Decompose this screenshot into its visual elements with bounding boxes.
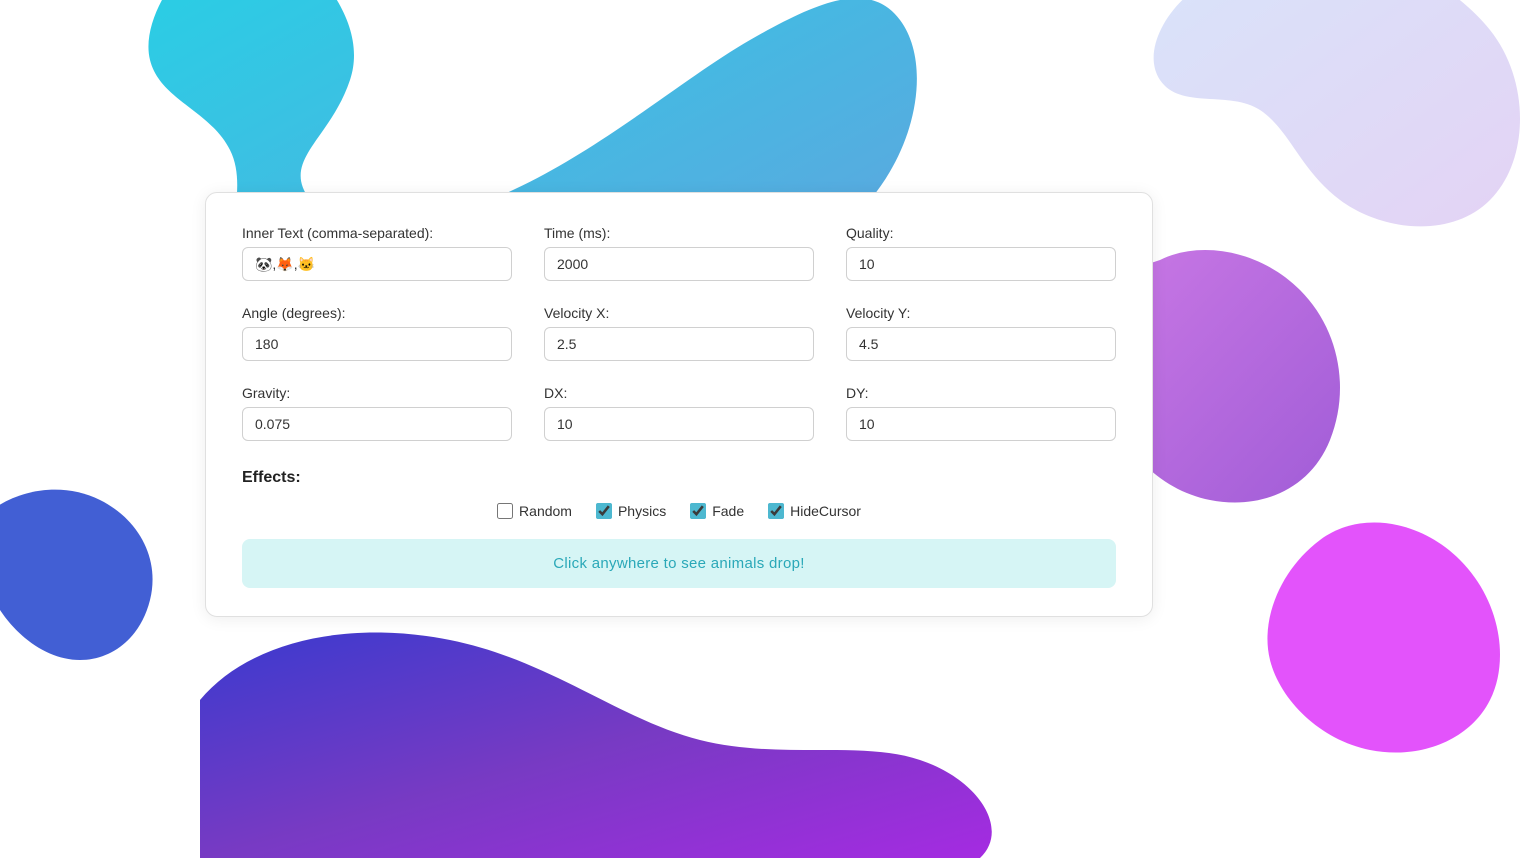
gravity-input[interactable] (242, 407, 512, 441)
time-ms-label: Time (ms): (544, 225, 814, 241)
gravity-label: Gravity: (242, 385, 512, 401)
velocity-y-label: Velocity Y: (846, 305, 1116, 321)
velocity-x-input[interactable] (544, 327, 814, 361)
dy-input[interactable] (846, 407, 1116, 441)
quality-group: Quality: (846, 225, 1116, 281)
effect-hidecursor[interactable]: HideCursor (768, 503, 861, 519)
dx-input[interactable] (544, 407, 814, 441)
effects-section: Effects: Random Physics Fade HideCursor (242, 469, 1116, 519)
effect-physics-label: Physics (618, 503, 666, 519)
angle-label: Angle (degrees): (242, 305, 512, 321)
dy-group: DY: (846, 385, 1116, 441)
angle-input[interactable] (242, 327, 512, 361)
cta-button[interactable]: Click anywhere to see animals drop! (242, 539, 1116, 588)
quality-input[interactable] (846, 247, 1116, 281)
effect-random-label: Random (519, 503, 572, 519)
velocity-x-group: Velocity X: (544, 305, 814, 361)
settings-card: Inner Text (comma-separated): Time (ms):… (205, 192, 1153, 617)
effects-title: Effects: (242, 469, 1116, 487)
velocity-y-input[interactable] (846, 327, 1116, 361)
time-ms-input[interactable] (544, 247, 814, 281)
effect-fade-checkbox[interactable] (690, 503, 706, 519)
effect-physics[interactable]: Physics (596, 503, 666, 519)
time-ms-group: Time (ms): (544, 225, 814, 281)
angle-group: Angle (degrees): (242, 305, 512, 361)
effect-random-checkbox[interactable] (497, 503, 513, 519)
gravity-group: Gravity: (242, 385, 512, 441)
dy-label: DY: (846, 385, 1116, 401)
inner-text-input[interactable] (242, 247, 512, 281)
dx-group: DX: (544, 385, 814, 441)
effect-fade-label: Fade (712, 503, 744, 519)
form-grid: Inner Text (comma-separated): Time (ms):… (242, 225, 1116, 441)
inner-text-label: Inner Text (comma-separated): (242, 225, 512, 241)
effect-hidecursor-checkbox[interactable] (768, 503, 784, 519)
dx-label: DX: (544, 385, 814, 401)
velocity-x-label: Velocity X: (544, 305, 814, 321)
velocity-y-group: Velocity Y: (846, 305, 1116, 361)
effect-hidecursor-label: HideCursor (790, 503, 861, 519)
effect-random[interactable]: Random (497, 503, 572, 519)
inner-text-group: Inner Text (comma-separated): (242, 225, 512, 281)
effects-row: Random Physics Fade HideCursor (242, 503, 1116, 519)
effect-fade[interactable]: Fade (690, 503, 744, 519)
effect-physics-checkbox[interactable] (596, 503, 612, 519)
quality-label: Quality: (846, 225, 1116, 241)
